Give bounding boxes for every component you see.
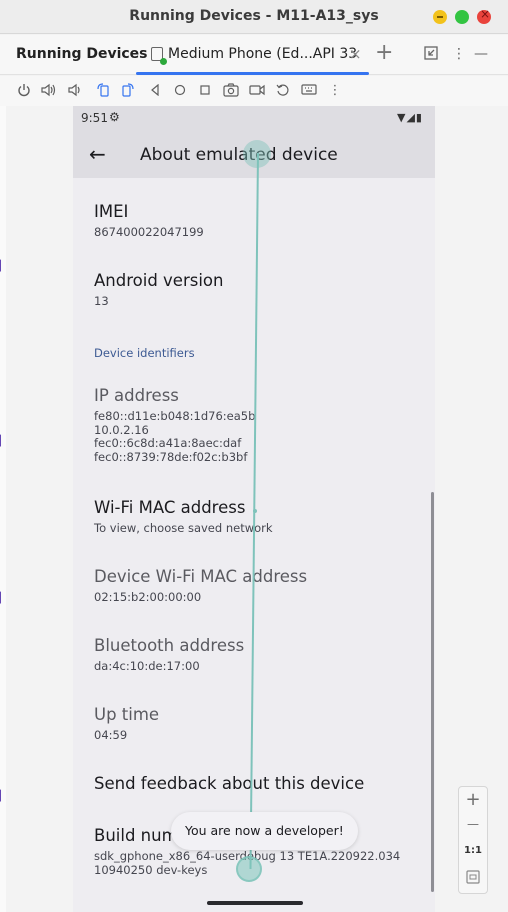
back-arrow-icon[interactable]: ← [89,142,106,166]
close-window-button[interactable] [477,7,491,24]
ip-line: 10.0.2.16 [94,422,149,437]
zoom-panel: + — 1:1 [458,786,488,894]
gutter-mark: ▏ [0,436,8,447]
pref-title: Android version [94,271,224,290]
tab-label: Medium Phone (Ed...API 33 [168,46,358,62]
pref-device-wifi-mac[interactable]: Device Wi-Fi MAC address 02:15:b2:00:00:… [94,567,307,605]
rotate-left-icon[interactable] [94,81,112,99]
camera-icon[interactable] [222,81,240,99]
minimize-window-button[interactable] [433,10,447,24]
hide-panel-icon[interactable]: — [474,46,488,62]
gutter-mark: ▏ [0,593,8,604]
pref-summary: da:4c:10:de:17:00 [94,659,200,673]
reset-icon[interactable] [274,81,292,99]
pref-title: Send feedback about this device [94,774,365,793]
device-toolbar: ⋮ [0,76,508,106]
tab-medium-phone[interactable]: Medium Phone (Ed...API 33 × [136,35,369,75]
pref-wifi-mac[interactable]: Wi-Fi MAC address To view, choose saved … [94,498,273,536]
touch-indicator [236,856,262,882]
pref-up-time[interactable]: Up time 04:59 [94,705,159,743]
collapse-icon[interactable] [424,46,438,64]
overview-icon[interactable] [196,81,214,99]
pref-title: Up time [94,705,160,724]
maximize-window-button[interactable] [455,10,469,24]
actual-size-button[interactable]: 1:1 [459,845,487,856]
tab-close-icon[interactable]: × [349,45,362,63]
zoom-in-button[interactable]: + [459,789,487,810]
rotate-right-icon[interactable] [119,81,137,99]
keyboard-icon[interactable] [300,81,318,99]
pref-imei[interactable]: IMEI 867400022047199 [94,202,204,240]
active-tab-indicator [136,72,369,75]
ip-line: fe80::d11e:b048:1d76:ea5b [94,409,256,423]
pref-title: Bluetooth address [94,636,245,655]
gutter-mark: ▏ [0,791,8,802]
settings-status-icon: ⚙ [109,110,120,124]
back-icon[interactable] [146,81,164,99]
window-titlebar: Running Devices - M11-A13_sys [0,0,508,34]
touch-indicator [243,140,271,168]
signal-battery-icon: ▼◢▮ [397,111,423,124]
status-bar: 9:51 ⚙ ▼◢▮ [73,106,435,132]
pref-summary: 04:59 [94,728,128,742]
page-title: About emulated device [140,145,338,165]
ip-line: fec0::8739:78de:f02c:b3bf [94,449,248,464]
tab-bar: Running Devices Medium Phone (Ed...API 3… [0,35,508,75]
gesture-nav-handle[interactable] [207,901,303,905]
pref-summary: 02:15:b2:00:00:00 [94,590,202,604]
scrollbar[interactable] [431,492,434,892]
pref-android-version[interactable]: Android version 13 [94,271,223,309]
more-icon[interactable]: ⋮ [326,81,344,99]
toast-message: You are now a developer! [171,812,358,850]
pref-send-feedback[interactable]: Send feedback about this device [94,774,364,793]
touch-indicator [253,509,257,513]
left-gutter: ▏ ▏ ▏ ▏ [0,106,8,912]
pref-ip-address[interactable]: IP address fe80::d11e:b048:1d76:ea5b 10.… [94,386,255,464]
window-title: Running Devices - M11-A13_sys [129,8,379,24]
zoom-out-button[interactable]: — [459,817,487,831]
pref-summary: fe80::d11e:b048:1d76:ea5b 10.0.2.16 fec0… [94,409,256,464]
ip-line: fec0::6c8d:a41a:8aec:daf [94,436,242,450]
volume-up-icon[interactable] [40,81,58,99]
pref-title: Wi-Fi MAC address [94,498,246,517]
home-icon[interactable] [171,81,189,99]
volume-down-icon[interactable] [66,81,84,99]
panel-heading: Running Devices [16,46,148,62]
pref-title: IP address [94,386,179,405]
status-time: 9:51 [81,111,108,125]
pref-title: IMEI [94,202,129,221]
pref-bluetooth-address[interactable]: Bluetooth address da:4c:10:de:17:00 [94,636,244,674]
device-screen[interactable]: 9:51 ⚙ ▼◢▮ ← About emulated device IMEI … [73,106,435,912]
gutter-mark: ▏ [0,261,8,272]
power-icon[interactable] [15,81,33,99]
device-icon [151,47,167,65]
pref-summary: 867400022047199 [94,225,204,239]
pref-summary: To view, choose saved network [94,521,273,535]
add-tab-button[interactable]: + [375,40,393,65]
more-options-icon[interactable]: ⋮ [452,46,466,62]
section-header: Device identifiers [94,346,195,360]
pref-summary: 13 [94,294,109,308]
fit-screen-icon[interactable] [459,869,487,888]
screen-record-icon[interactable] [248,81,266,99]
pref-title: Device Wi-Fi MAC address [94,567,308,586]
